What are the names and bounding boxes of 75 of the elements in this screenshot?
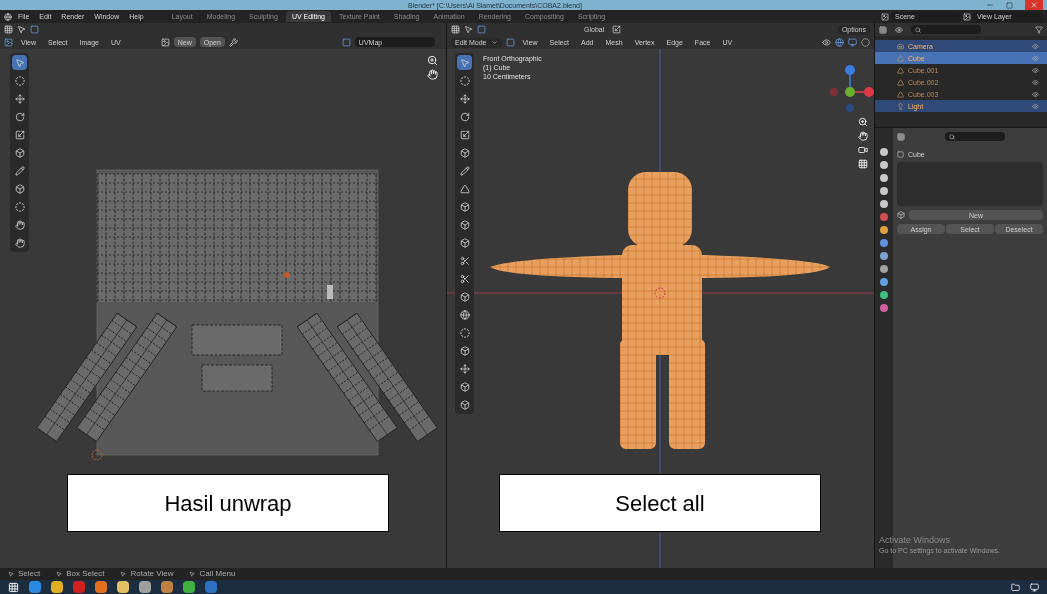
- scale-tool-icon[interactable]: [457, 127, 472, 142]
- editor-type-icon[interactable]: [879, 25, 887, 34]
- visibility-icon[interactable]: [1032, 78, 1039, 86]
- close-button[interactable]: [1025, 0, 1043, 10]
- select-tool-icon[interactable]: [457, 55, 472, 70]
- select-box-icon[interactable]: [477, 25, 486, 34]
- visibility-icon[interactable]: [1032, 90, 1039, 98]
- visibility-icon[interactable]: [822, 38, 831, 47]
- start-icon[interactable]: [8, 581, 19, 593]
- mouse-icon: [56, 571, 63, 577]
- taskbar-app-icon[interactable]: [95, 581, 107, 593]
- vertex-mode-icon[interactable]: [30, 25, 39, 34]
- status-hint: Box Select: [66, 570, 105, 578]
- pinch-tool-icon[interactable]: [12, 235, 27, 250]
- mouse-icon: [189, 571, 196, 577]
- editor-type-icon[interactable]: [897, 132, 905, 141]
- blender-logo-icon[interactable]: [4, 12, 12, 21]
- vertex-select-icon[interactable]: [505, 38, 515, 47]
- object-type-icon: [897, 102, 904, 110]
- select-mode-icon[interactable]: [464, 25, 473, 34]
- display-mode-icon[interactable]: [895, 25, 903, 34]
- visibility-icon[interactable]: [1032, 66, 1039, 74]
- grid-icon[interactable]: [858, 159, 868, 169]
- editor-type-icon[interactable]: [4, 25, 13, 34]
- pan-icon[interactable]: [427, 69, 438, 80]
- shading-icon[interactable]: [861, 38, 870, 47]
- caption-box: Hasil unwrap: [67, 474, 389, 532]
- status-hint: Select: [18, 570, 41, 578]
- select-mode-icon[interactable]: [17, 25, 26, 34]
- taskbar-app-icon[interactable]: [51, 581, 63, 593]
- taskbar-app-icon[interactable]: [117, 581, 129, 593]
- gizmo-icon[interactable]: [835, 38, 844, 47]
- rip-tool-icon[interactable]: [457, 397, 472, 412]
- scale-tool-icon[interactable]: [12, 127, 27, 142]
- taskbar-app-icon[interactable]: [161, 581, 173, 593]
- caption-box: Select all: [499, 474, 821, 532]
- taskbar-app-icon[interactable]: [139, 581, 151, 593]
- pivot-icon[interactable]: [612, 25, 622, 34]
- image-editor-icon[interactable]: [4, 37, 13, 47]
- zoom-icon[interactable]: [427, 55, 438, 66]
- search-field[interactable]: [945, 132, 1005, 141]
- mouse-icon: [120, 571, 127, 577]
- caret-icon: [490, 39, 498, 46]
- image-browse-icon[interactable]: [160, 37, 170, 47]
- status-hint: Rotate View: [130, 570, 174, 578]
- search-field[interactable]: [911, 25, 981, 34]
- visibility-icon[interactable]: [1032, 42, 1039, 50]
- taskbar-app-icon[interactable]: [183, 581, 195, 593]
- search-icon: [949, 133, 955, 140]
- camera-view-icon[interactable]: [858, 145, 868, 155]
- close-icon: [1030, 1, 1038, 9]
- maximize-icon[interactable]: [1006, 1, 1013, 9]
- measure-tool-icon[interactable]: [457, 181, 472, 196]
- 3d-cursor-icon: [654, 287, 666, 299]
- search-icon: [915, 26, 921, 33]
- object-type-icon: [897, 42, 904, 50]
- uv-map-icon[interactable]: [341, 37, 351, 47]
- cursor-tool-icon[interactable]: [457, 73, 472, 88]
- visibility-icon[interactable]: [1032, 102, 1039, 110]
- status-hint: Call Menu: [199, 570, 236, 578]
- mesh-icon: [897, 151, 904, 158]
- editor-type-icon[interactable]: [451, 25, 460, 34]
- pan-icon[interactable]: [858, 131, 868, 141]
- filter-icon[interactable]: [1035, 25, 1043, 34]
- cursor-tool-icon[interactable]: [12, 73, 27, 88]
- activation-title: Activate Windows: [879, 536, 952, 545]
- zoom-icon[interactable]: [858, 117, 868, 127]
- view-layer-icon[interactable]: [963, 12, 971, 21]
- select-tool-icon[interactable]: [12, 55, 27, 70]
- axis-gizmo-drawing: [830, 65, 874, 112]
- overlay-icon[interactable]: [848, 38, 857, 47]
- data-block-icon[interactable]: [897, 211, 905, 219]
- scene-icon[interactable]: [881, 12, 889, 21]
- taskbar-app-icon[interactable]: [29, 581, 41, 593]
- mouse-icon: [8, 571, 14, 577]
